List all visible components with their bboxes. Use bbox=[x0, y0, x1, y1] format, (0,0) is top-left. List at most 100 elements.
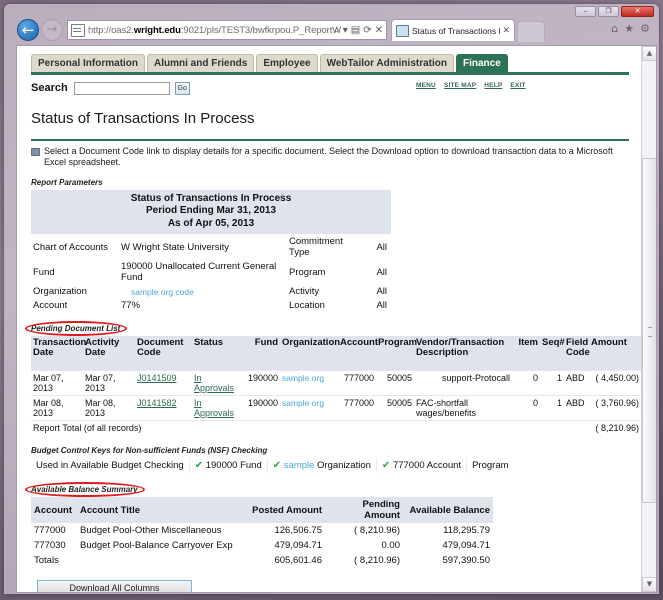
page-title: Status of Transactions In Process bbox=[31, 110, 255, 127]
search-icon[interactable]: ⌕ bbox=[334, 24, 340, 38]
params-label-location: Location bbox=[287, 298, 365, 312]
bal-cell-available: 118,295.79 bbox=[443, 525, 490, 536]
pending-documents-table: Transaction Date Activity Date Document … bbox=[31, 336, 656, 435]
col-amount: Amount bbox=[589, 336, 641, 371]
params-value-program: All bbox=[365, 259, 391, 285]
stop-icon[interactable]: ✕ bbox=[375, 24, 383, 38]
search-label: Search bbox=[31, 82, 68, 94]
report-parameters-table: Status of Transactions In Process Period… bbox=[31, 190, 391, 312]
nsf-value-organization[interactable]: sample bbox=[284, 460, 315, 471]
information-icon bbox=[31, 148, 40, 156]
status-link[interactable]: In Approvals bbox=[194, 398, 234, 418]
cell-document-code: J0141509 bbox=[135, 370, 192, 396]
params-value-chart-of-accounts: W Wright State University bbox=[119, 234, 287, 260]
params-row-chart-of-accounts: Chart of Accounts W Wright State Univers… bbox=[31, 234, 391, 260]
params-header-row-3: As of Apr 05, 2013 bbox=[31, 217, 391, 235]
status-link[interactable]: In Approvals bbox=[194, 373, 234, 393]
col-fund: Fund bbox=[238, 336, 280, 371]
tab-webtailor-administration[interactable]: WebTailor Administration bbox=[319, 54, 454, 72]
url-text: http://oas2.wright.edu:9021/pls/TEST3/bw… bbox=[88, 25, 341, 36]
address-bar[interactable]: http://oas2.wright.edu:9021/pls/TEST3/bw… bbox=[67, 20, 387, 40]
organization-link[interactable]: sample org bbox=[282, 398, 324, 408]
params-header-line3: As of Apr 05, 2013 bbox=[31, 217, 391, 235]
params-label-activity: Activity bbox=[287, 284, 365, 299]
cell-account: 777000 bbox=[338, 395, 376, 421]
params-label-program: Program bbox=[287, 259, 365, 285]
nsf-item-program: Program bbox=[467, 458, 514, 473]
nav-link-help[interactable]: HELP bbox=[484, 82, 502, 89]
params-label-commitment-type: Commitment Type bbox=[287, 234, 365, 260]
cell-program: 50005 bbox=[376, 395, 414, 421]
tab-employee[interactable]: Employee bbox=[256, 54, 318, 72]
search-input[interactable] bbox=[73, 81, 170, 95]
scroll-up-arrow-icon[interactable]: ▲ bbox=[642, 46, 656, 61]
col-account: Account bbox=[338, 336, 378, 371]
bal-cell-title: Budget Pool-Other Miscellaneous bbox=[80, 525, 222, 536]
cell-organization: sample org bbox=[280, 370, 338, 396]
browser-window: – ❐ ✕ ← → http://oas2.wright.edu:9021/pl… bbox=[4, 4, 659, 594]
forward-button[interactable]: → bbox=[41, 19, 63, 41]
scrollbar-thumb[interactable] bbox=[642, 158, 656, 503]
report-total-row: Report Total (of all records) ( 8,210.96… bbox=[31, 420, 656, 435]
params-value-fund: 190000 Unallocated Current General Fund bbox=[119, 259, 287, 285]
cell-field-code: ABD bbox=[564, 370, 589, 396]
document-code-link[interactable]: J0141582 bbox=[137, 398, 177, 408]
back-button[interactable]: ← bbox=[17, 19, 39, 41]
browser-tab-status-of-transactions[interactable]: Status of Transactions In Pr... ✕ bbox=[391, 19, 515, 41]
params-value-organization[interactable]: sample org code bbox=[119, 284, 287, 299]
params-row-organization: Organization sample org code Activity Al… bbox=[31, 284, 391, 299]
params-value-account: 77% bbox=[119, 298, 287, 312]
nav-link-site-map[interactable]: SITE MAP bbox=[444, 82, 476, 89]
refresh-icon[interactable]: ⟳ bbox=[363, 24, 371, 38]
params-header-line2: Period Ending Mar 31, 2013 bbox=[31, 205, 391, 217]
home-icon[interactable]: ⌂ bbox=[611, 22, 618, 35]
organization-link[interactable]: sample org bbox=[282, 373, 324, 383]
scroll-down-arrow-icon[interactable]: ▼ bbox=[642, 577, 656, 592]
balance-totals-row: Totals 605,601.46 ( 8,210.96) 597,390.50 bbox=[31, 553, 493, 568]
table-row: Mar 08, 2013 Mar 08, 2013 J0141582 In Ap… bbox=[31, 395, 656, 421]
nsf-label-organization: Organization bbox=[317, 460, 371, 471]
tab-favicon-icon bbox=[396, 24, 409, 37]
col-field-code: Field Code bbox=[564, 336, 590, 371]
page-scrollbar[interactable]: ▲ ▼ bbox=[641, 46, 656, 592]
report-total-label: Report Total (of all records) bbox=[31, 420, 589, 435]
bal-cell-pending: 0.00 bbox=[381, 540, 401, 551]
bal-total-title bbox=[77, 553, 247, 568]
table-row: Mar 07, 2013 Mar 07, 2013 J0141509 In Ap… bbox=[31, 370, 656, 396]
nav-link-menu[interactable]: MENU bbox=[416, 82, 436, 89]
favorites-icon[interactable]: ★ bbox=[624, 22, 634, 35]
nav-link-exit[interactable]: EXIT bbox=[510, 82, 525, 89]
table-row: 777000 Budget Pool-Other Miscellaneous 1… bbox=[31, 523, 493, 538]
params-header-line1: Status of Transactions In Process bbox=[31, 190, 391, 205]
bal-col-available-balance: Available Balance bbox=[403, 497, 493, 523]
maximize-button[interactable]: ❐ bbox=[598, 6, 619, 17]
bal-total-available: 597,390.50 bbox=[442, 555, 490, 566]
new-tab-button[interactable] bbox=[517, 21, 545, 42]
nsf-caption: Budget Control Keys for Non-sufficient F… bbox=[31, 446, 268, 455]
balance-summary-table: Account Account Title Posted Amount Pend… bbox=[31, 497, 493, 568]
tab-alumni-and-friends[interactable]: Alumni and Friends bbox=[147, 54, 255, 72]
nsf-item-fund: ✔ 190000 Fund bbox=[189, 458, 268, 473]
reading-view-icon[interactable]: ▤ bbox=[351, 24, 360, 38]
chevron-down-icon[interactable]: ▾ bbox=[343, 24, 348, 38]
tab-close-icon[interactable]: ✕ bbox=[502, 26, 510, 36]
bal-cell-pending: ( 8,210.96) bbox=[354, 525, 400, 536]
balance-header-row: Account Account Title Posted Amount Pend… bbox=[31, 497, 493, 523]
close-window-button[interactable]: ✕ bbox=[621, 6, 654, 17]
document-code-link[interactable]: J0141509 bbox=[137, 373, 177, 383]
nsf-row: Used in Available Budget Checking ✔ 1900… bbox=[31, 458, 514, 473]
pending-caption-text: Pending Document List bbox=[31, 324, 121, 333]
download-all-columns-button[interactable]: Download All Columns bbox=[37, 580, 192, 592]
col-activity-date: Activity Date bbox=[83, 336, 135, 371]
minimize-button[interactable]: – bbox=[575, 6, 596, 17]
scrollbar-grip bbox=[648, 326, 652, 337]
search-go-button[interactable]: Go bbox=[174, 81, 190, 95]
gear-icon[interactable]: ⚙ bbox=[640, 22, 650, 35]
cell-item: 0 bbox=[512, 370, 540, 396]
params-value-commitment-type: All bbox=[365, 234, 391, 260]
check-icon: ✔ bbox=[272, 460, 282, 471]
tab-personal-information[interactable]: Personal Information bbox=[31, 54, 146, 72]
tab-finance[interactable]: Finance bbox=[456, 54, 508, 72]
params-label-organization: Organization bbox=[31, 284, 119, 299]
nsf-value-fund: 190000 bbox=[205, 460, 238, 471]
